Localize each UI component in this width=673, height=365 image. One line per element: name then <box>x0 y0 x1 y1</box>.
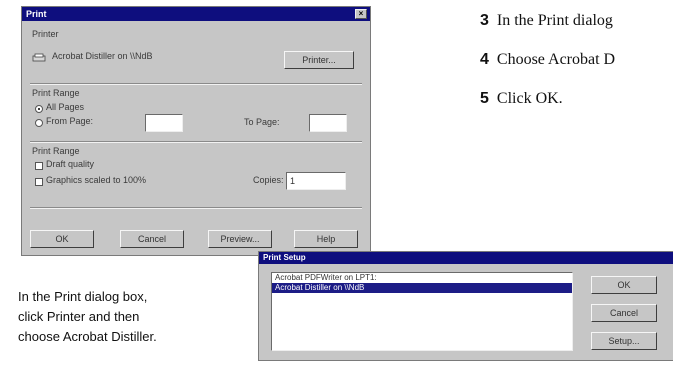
printer-list-item-selected[interactable]: Acrobat Distiller on \\NdB <box>272 283 572 293</box>
divider <box>30 83 362 85</box>
copies-input[interactable]: 1 <box>286 172 346 190</box>
preview-button[interactable]: Preview... <box>208 230 272 248</box>
from-page-radio[interactable] <box>35 119 43 127</box>
print-dialog-title: Print <box>26 9 47 19</box>
print-range-label-2: Print Range <box>32 146 80 156</box>
printer-button[interactable]: Printer... <box>284 51 354 69</box>
step-number: 3 <box>480 12 489 29</box>
step-4: 4 Choose Acrobat D <box>480 51 615 69</box>
print-range-label: Print Range <box>32 88 80 98</box>
divider <box>30 207 362 209</box>
caption-line: choose Acrobat Distiller. <box>18 329 157 344</box>
from-page-input[interactable] <box>145 114 183 132</box>
ok-button[interactable]: OK <box>30 230 94 248</box>
printer-list[interactable]: Acrobat PDFWriter on LPT1: Acrobat Disti… <box>271 272 573 351</box>
print-dialog-titlebar: Print × <box>22 7 370 21</box>
step-number: 5 <box>480 90 489 107</box>
graphics-scaled-checkbox[interactable] <box>35 178 43 186</box>
caption-line: In the Print dialog box, <box>18 289 148 304</box>
copies-label: Copies: <box>253 175 284 185</box>
print-dialog: Print × Printer Acrobat Distiller on \\N… <box>21 6 371 256</box>
step-3: 3 In the Print dialog <box>480 12 613 30</box>
print-setup-title: Print Setup <box>263 253 306 262</box>
printer-name: Acrobat Distiller on \\NdB <box>52 51 153 61</box>
divider <box>30 141 362 143</box>
printer-section-label: Printer <box>32 29 59 39</box>
cancel-button[interactable]: Cancel <box>120 230 184 248</box>
setup-ok-button[interactable]: OK <box>591 276 657 294</box>
graphics-scaled-label: Graphics scaled to 100% <box>46 175 147 185</box>
draft-quality-label: Draft quality <box>46 159 95 169</box>
from-page-label: From Page: <box>46 116 94 126</box>
printer-list-item[interactable]: Acrobat PDFWriter on LPT1: <box>272 273 572 283</box>
print-setup-dialog: Print Setup Acrobat PDFWriter on LPT1: A… <box>258 251 673 361</box>
setup-cancel-button[interactable]: Cancel <box>591 304 657 322</box>
to-page-label: To Page: <box>244 117 280 127</box>
step-text: Choose Acrobat D <box>496 51 616 68</box>
step-5: 5 Click OK. <box>480 90 563 108</box>
close-icon: × <box>358 9 364 18</box>
to-page-input[interactable] <box>309 114 347 132</box>
draft-quality-checkbox[interactable] <box>35 162 43 170</box>
figure-caption: In the Print dialog box, click Printer a… <box>18 287 243 347</box>
all-pages-radio[interactable] <box>35 105 43 113</box>
help-button[interactable]: Help <box>294 230 358 248</box>
close-button[interactable]: × <box>355 9 367 19</box>
step-text: Click OK. <box>496 90 563 107</box>
all-pages-label: All Pages <box>46 102 85 112</box>
step-text: In the Print dialog <box>496 12 613 29</box>
print-setup-titlebar: Print Setup <box>259 252 673 264</box>
step-number: 4 <box>480 51 489 68</box>
setup-button[interactable]: Setup... <box>591 332 657 350</box>
printer-icon <box>32 53 46 62</box>
caption-line: click Printer and then <box>18 309 140 324</box>
